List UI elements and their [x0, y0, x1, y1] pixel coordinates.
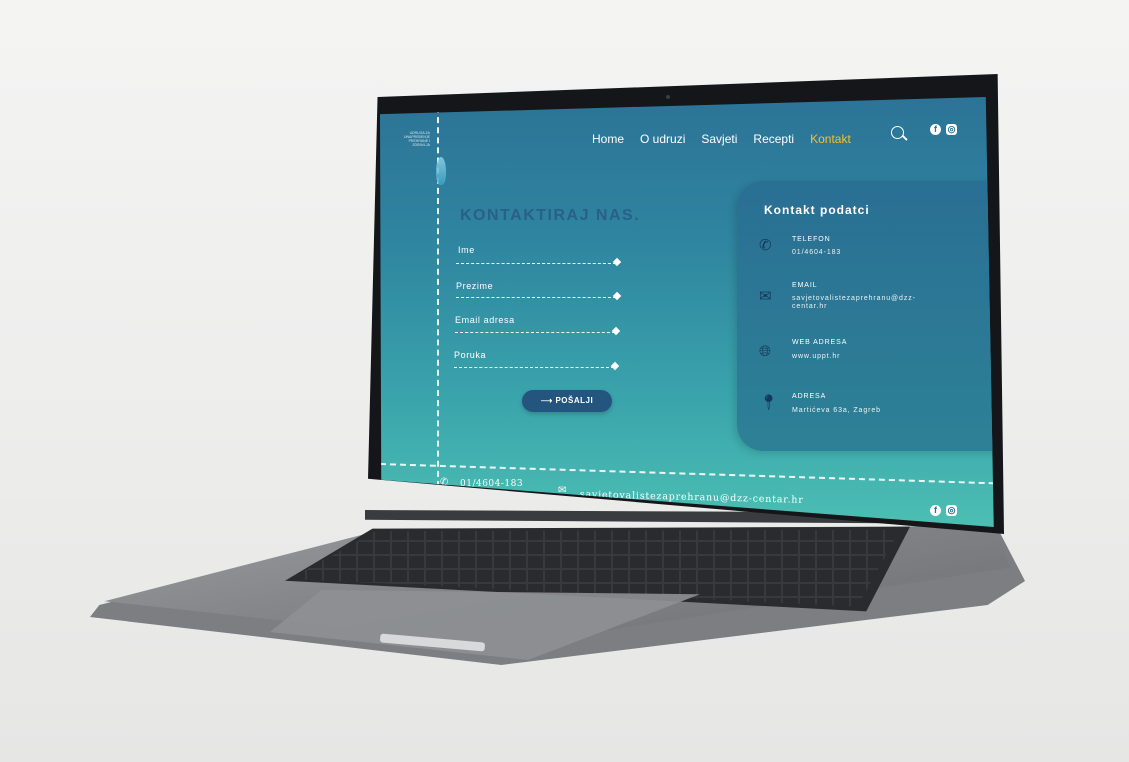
footer-instagram-icon[interactable]: ◎ — [946, 505, 957, 516]
phone-icon: ✆ — [759, 237, 772, 254]
nav-item-recepti[interactable]: Recepti — [753, 132, 794, 150]
contact-label-web: WEB ADRESA — [792, 339, 848, 346]
contact-card-title: Kontakt podatci — [764, 203, 870, 217]
input-ime[interactable] — [456, 263, 616, 264]
input-email[interactable] — [455, 332, 615, 333]
contact-value-telefon[interactable]: 01/4604-183 — [792, 249, 942, 257]
footer-facebook-icon[interactable]: f — [930, 505, 941, 516]
contact-value-email[interactable]: savjetovalistezaprehranu@dzz-centar.hr — [792, 295, 942, 311]
logo-text: UDRUGA ZA UNAPREĐENJE PREHRANE I ZDRAVLJ… — [403, 131, 430, 147]
contact-label-email: EMAIL — [792, 282, 818, 289]
footer-phone-icon: ✆ — [440, 477, 449, 488]
nav-item-o-udruzi[interactable]: O udruzi — [640, 132, 685, 150]
input-poruka[interactable] — [454, 367, 614, 368]
webcam — [666, 95, 670, 99]
mail-icon: ✉ — [759, 288, 772, 305]
nav-item-savjeti[interactable]: Savjeti — [701, 132, 737, 150]
contact-label-telefon: TELEFON — [792, 236, 831, 243]
laptop-screen: UDRUGA ZA UNAPREĐENJE PREHRANE I ZDRAVLJ… — [380, 97, 994, 527]
instagram-icon[interactable]: ◎ — [946, 124, 957, 135]
facebook-icon[interactable]: f — [930, 124, 941, 135]
contact-info-card: Kontakt podatci ✆ TELEFON 01/4604-183 ✉ … — [737, 181, 994, 451]
globe-icon: 🌐︎ — [759, 343, 772, 360]
footer-email[interactable]: savjetovalistezaprehranu@dzz-centar.hr — [580, 489, 804, 506]
form-title: KONTAKTIRAJ NAS. — [460, 207, 641, 224]
contact-value-web[interactable]: www.uppt.hr — [792, 353, 942, 361]
main-nav: Home O udruzi Savjeti Recepti Kontakt — [592, 132, 851, 150]
field-label-prezime: Prezime — [456, 281, 494, 291]
location-pin-icon: 📍︎ — [759, 394, 779, 411]
field-label-poruka: Poruka — [454, 350, 487, 360]
contact-label-adresa: ADRESA — [792, 393, 827, 400]
nav-item-home[interactable]: Home — [592, 132, 624, 150]
site-logo[interactable]: UDRUGA ZA UNAPREĐENJE PREHRANE I ZDRAVLJ… — [396, 127, 446, 185]
nav-item-kontakt[interactable]: Kontakt — [810, 132, 851, 150]
input-prezime[interactable] — [456, 297, 616, 298]
contact-value-adresa: Martićeva 63a, Zagreb — [792, 407, 881, 414]
logo-mark-icon — [436, 157, 446, 185]
field-label-email: Email adresa — [455, 315, 515, 325]
send-button[interactable]: ⟶ POŠALJI — [522, 390, 612, 412]
field-label-ime: Ime — [458, 245, 475, 255]
search-icon[interactable] — [891, 126, 904, 139]
